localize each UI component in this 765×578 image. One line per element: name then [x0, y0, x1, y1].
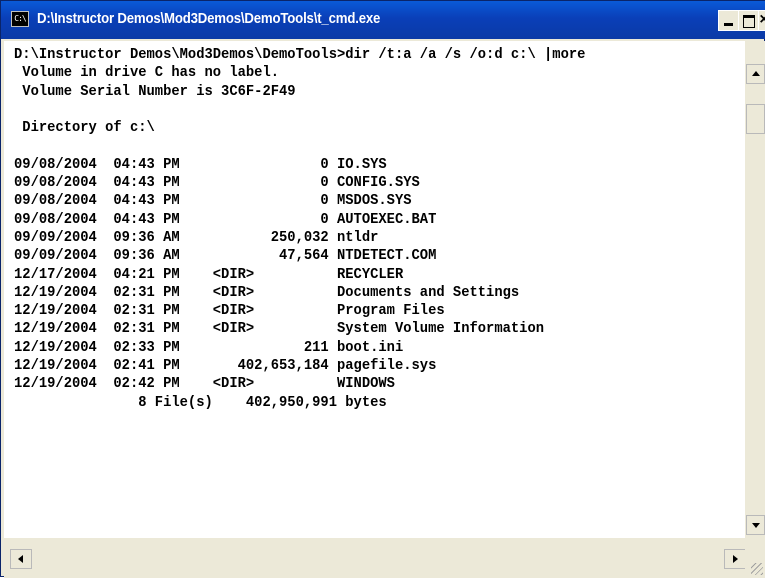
arrow-down-icon[interactable] [746, 515, 765, 535]
console-line-blank [14, 137, 585, 155]
minimize-button[interactable] [718, 10, 739, 31]
console-line-entry: 12/19/2004 02:41 PM 402,653,184 pagefile… [14, 357, 437, 375]
console-line-entry: 12/19/2004 02:31 PM <DIR> System Volume … [14, 320, 545, 338]
console-line-entry: 12/19/2004 02:33 PM 211 boot.ini [14, 338, 404, 356]
console-line-volume-label: Volume in drive C has no label. [14, 64, 280, 82]
console-line-blank [14, 101, 585, 119]
console-line-entry: 09/08/2004 04:43 PM 0 CONFIG.SYS [14, 174, 420, 192]
close-icon: × [759, 11, 765, 28]
console-line-entry: 12/17/2004 04:21 PM <DIR> RECYCLER [14, 265, 404, 283]
console-line-entry: 09/09/2004 09:36 AM 47,564 NTDETECT.COM [14, 247, 437, 265]
console-line-entry: 12/19/2004 02:31 PM <DIR> Program Files [14, 302, 445, 320]
console-line-entry: 12/19/2004 02:31 PM <DIR> Documents and … [14, 283, 520, 301]
vertical-scrollbar[interactable] [745, 41, 765, 538]
console-line-serial: Volume Serial Number is 3C6F-2F49 [14, 82, 296, 100]
console-line-entry: 09/09/2004 09:36 AM 250,032 ntldr [14, 228, 379, 246]
console-line-prompt: D:\Instructor Demos\Mod3Demos\DemoTools>… [14, 46, 586, 63]
arrow-left-icon[interactable] [10, 549, 32, 569]
console-line-summary: 8 File(s) 402,950,991 bytes [14, 393, 387, 411]
arrow-right-icon[interactable] [724, 549, 746, 569]
title-bar[interactable]: C:\ D:\Instructor Demos\Mod3Demos\DemoTo… [1, 1, 765, 39]
console-window: C:\ D:\Instructor Demos\Mod3Demos\DemoTo… [0, 0, 765, 578]
horizontal-scrollbar[interactable] [4, 538, 746, 578]
console-output: D:\Instructor Demos\Mod3Demos\DemoTools>… [14, 46, 585, 412]
resize-grip[interactable] [745, 538, 765, 578]
window-title: D:\Instructor Demos\Mod3Demos\DemoTools\… [37, 10, 381, 27]
console-line-entry: 12/19/2004 02:42 PM <DIR> WINDOWS [14, 375, 395, 393]
console-line-directory: Directory of c:\ [14, 119, 155, 137]
maximize-button[interactable] [738, 10, 759, 31]
arrow-up-icon[interactable] [746, 64, 765, 84]
console-line-entry: 09/08/2004 04:43 PM 0 AUTOEXEC.BAT [14, 210, 437, 228]
close-button[interactable]: × [758, 10, 765, 31]
console-icon[interactable]: C:\ [11, 11, 29, 27]
vertical-scroll-thumb[interactable] [746, 104, 765, 134]
console-line-entry: 09/08/2004 04:43 PM 0 IO.SYS [14, 155, 387, 173]
console-line-entry: 09/08/2004 04:43 PM 0 MSDOS.SYS [14, 192, 412, 210]
